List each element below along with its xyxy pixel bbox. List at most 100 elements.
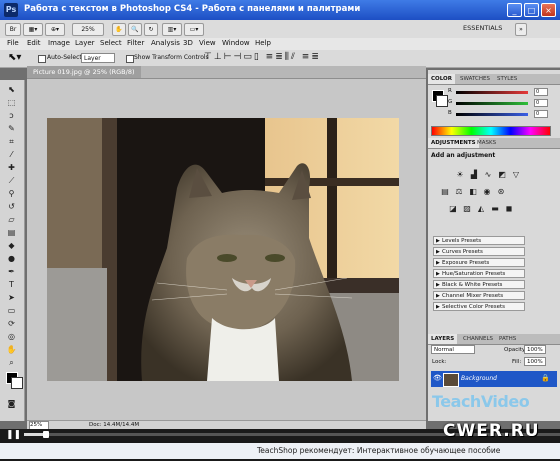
bridge-icon[interactable]: Br bbox=[5, 23, 21, 36]
red-slider-track[interactable] bbox=[456, 91, 528, 94]
tab-layers[interactable]: LAYERS bbox=[428, 334, 458, 344]
layer-background-row[interactable]: 👁 Background 🔒 bbox=[431, 371, 557, 387]
menu-window[interactable]: Window bbox=[222, 39, 250, 47]
preset-channel-mixer[interactable]: ▶ Channel Mixer Presets bbox=[433, 291, 525, 300]
zoom-level-icon[interactable]: ⊕▾ bbox=[45, 23, 65, 36]
menu-edit[interactable]: Edit bbox=[27, 39, 41, 47]
tab-styles[interactable]: STYLES bbox=[494, 74, 520, 84]
workspace-dropdown-icon[interactable]: » bbox=[515, 23, 527, 36]
tab-adjustments[interactable]: ADJUSTMENTS bbox=[428, 138, 479, 148]
quick-selection-tool-icon[interactable]: ✎ bbox=[5, 123, 18, 134]
preset-levels[interactable]: ▶ Levels Presets bbox=[433, 236, 525, 245]
blue-value-field[interactable]: 0 bbox=[534, 110, 548, 118]
show-transform-checkbox[interactable] bbox=[126, 55, 134, 63]
brightness-contrast-icon[interactable]: ☀ bbox=[455, 170, 465, 180]
move-tool-icon[interactable]: ⬉ bbox=[5, 84, 18, 95]
tab-channels[interactable]: CHANNELS bbox=[460, 334, 496, 344]
menu-help[interactable]: Help bbox=[255, 39, 271, 47]
photo-filter-icon[interactable]: ◉ bbox=[482, 187, 492, 197]
quick-mask-icon[interactable]: ◙ bbox=[5, 398, 18, 409]
color-balance-icon[interactable]: ⚖ bbox=[454, 187, 464, 197]
green-value-field[interactable]: 0 bbox=[534, 99, 548, 107]
menu-layer[interactable]: Layer bbox=[75, 39, 95, 47]
maximize-button[interactable]: □ bbox=[524, 3, 539, 17]
align-buttons-icon[interactable]: ⊤⊥⊢⊣▭▯ ≡≣⫼⫽ ≡≣ bbox=[204, 52, 321, 62]
brush-tool-icon[interactable]: ⟋ bbox=[5, 175, 18, 186]
invert-icon[interactable]: ◪ bbox=[448, 204, 458, 214]
view-extras-icon[interactable]: ▦▾ bbox=[23, 23, 43, 36]
curves-icon[interactable]: ∿ bbox=[483, 170, 493, 180]
posterize-icon[interactable]: ▨ bbox=[462, 204, 472, 214]
progress-knob[interactable] bbox=[43, 431, 49, 438]
tab-color[interactable]: COLOR bbox=[428, 74, 455, 84]
gradient-tool-icon[interactable]: ▤ bbox=[5, 227, 18, 238]
eraser-tool-icon[interactable]: ▱ bbox=[5, 214, 18, 225]
document-tab[interactable]: Picture 019.jpg @ 25% (RGB/8) bbox=[27, 66, 141, 78]
arrange-documents-icon[interactable]: ▥▾ bbox=[162, 23, 182, 36]
tab-paths[interactable]: PATHS bbox=[496, 334, 519, 344]
shape-tool-icon[interactable]: ▭ bbox=[5, 305, 18, 316]
preset-curves[interactable]: ▶ Curves Presets bbox=[433, 247, 525, 256]
visibility-eye-icon[interactable]: 👁 bbox=[433, 374, 442, 382]
channel-mixer-icon[interactable]: ⊛ bbox=[496, 187, 506, 197]
selective-color-icon[interactable]: ◼ bbox=[504, 204, 514, 214]
auto-select-target-select[interactable]: Layer bbox=[81, 53, 115, 63]
vibrance-icon[interactable]: ▽ bbox=[511, 170, 521, 180]
canvas-image[interactable] bbox=[47, 118, 399, 381]
fill-field[interactable]: 100% bbox=[524, 357, 546, 366]
preset-black-white[interactable]: ▶ Black & White Presets bbox=[433, 280, 525, 289]
color-spectrum-ramp[interactable] bbox=[431, 126, 551, 136]
lasso-tool-icon[interactable]: ↄ bbox=[5, 110, 18, 121]
tab-swatches[interactable]: SWATCHES bbox=[457, 74, 493, 84]
opacity-field[interactable]: 100% bbox=[524, 345, 546, 354]
3d-orbit-tool-icon[interactable]: ◎ bbox=[5, 331, 18, 342]
clone-stamp-tool-icon[interactable]: ⚲ bbox=[5, 188, 18, 199]
type-tool-icon[interactable]: T bbox=[5, 279, 18, 290]
menu-filter[interactable]: Filter bbox=[127, 39, 144, 47]
pause-icon[interactable]: ❚❚ bbox=[6, 430, 21, 440]
history-brush-tool-icon[interactable]: ↺ bbox=[5, 201, 18, 212]
screen-mode-icon[interactable]: ▭▾ bbox=[184, 23, 204, 36]
red-value-field[interactable]: 0 bbox=[534, 88, 548, 96]
rotate-view-icon[interactable]: ↻ bbox=[144, 23, 158, 36]
background-color-swatch[interactable] bbox=[11, 377, 23, 389]
zoom-tool-icon[interactable]: ⌕ bbox=[5, 357, 18, 368]
black-white-icon[interactable]: ◧ bbox=[468, 187, 478, 197]
eyedropper-tool-icon[interactable]: ⁄ bbox=[5, 149, 18, 160]
menu-file[interactable]: File bbox=[7, 39, 19, 47]
menu-view[interactable]: View bbox=[199, 39, 216, 47]
path-selection-tool-icon[interactable]: ➤ bbox=[5, 292, 18, 303]
workspace-switcher[interactable]: ESSENTIALS bbox=[463, 24, 502, 32]
pen-tool-icon[interactable]: ✒ bbox=[5, 266, 18, 277]
menu-select[interactable]: Select bbox=[100, 39, 122, 47]
exposure-icon[interactable]: ◩ bbox=[497, 170, 507, 180]
menu-image[interactable]: Image bbox=[48, 39, 70, 47]
healing-brush-tool-icon[interactable]: ✚ bbox=[5, 162, 18, 173]
minimize-button[interactable]: _ bbox=[507, 3, 522, 17]
preset-exposure[interactable]: ▶ Exposure Presets bbox=[433, 258, 525, 267]
blue-slider-track[interactable] bbox=[456, 113, 528, 116]
blur-tool-icon[interactable]: ◆ bbox=[5, 240, 18, 251]
gradient-map-icon[interactable]: ▬ bbox=[490, 204, 500, 214]
blend-mode-select[interactable]: Normal bbox=[431, 345, 475, 354]
close-button[interactable]: × bbox=[541, 3, 556, 17]
marquee-tool-icon[interactable]: ⬚ bbox=[5, 97, 18, 108]
zoom-level-select[interactable]: 25% bbox=[72, 23, 104, 36]
auto-select-checkbox[interactable] bbox=[38, 55, 46, 63]
preset-selective-color[interactable]: ▶ Selective Color Presets bbox=[433, 302, 525, 311]
preset-hue-saturation[interactable]: ▶ Hue/Saturation Presets bbox=[433, 269, 525, 278]
3d-rotate-tool-icon[interactable]: ⟳ bbox=[5, 318, 18, 329]
hue-saturation-icon[interactable]: ▤ bbox=[440, 187, 450, 197]
menu-analysis[interactable]: Analysis bbox=[151, 39, 180, 47]
threshold-icon[interactable]: ◭ bbox=[476, 204, 486, 214]
menu-3d[interactable]: 3D bbox=[183, 39, 193, 47]
hand-tool-icon[interactable]: ✋ bbox=[5, 344, 18, 355]
green-slider-track[interactable] bbox=[456, 102, 528, 105]
hand-tool-icon[interactable]: ✋ bbox=[112, 23, 126, 36]
move-tool-preset-icon[interactable]: ⬉▾ bbox=[8, 52, 21, 63]
tab-masks[interactable]: MASKS bbox=[474, 138, 499, 148]
zoom-tool-icon[interactable]: 🔍 bbox=[128, 23, 142, 36]
dodge-tool-icon[interactable]: ● bbox=[5, 253, 18, 264]
levels-icon[interactable]: ▟ bbox=[469, 170, 479, 180]
crop-tool-icon[interactable]: ⌗ bbox=[5, 136, 18, 147]
